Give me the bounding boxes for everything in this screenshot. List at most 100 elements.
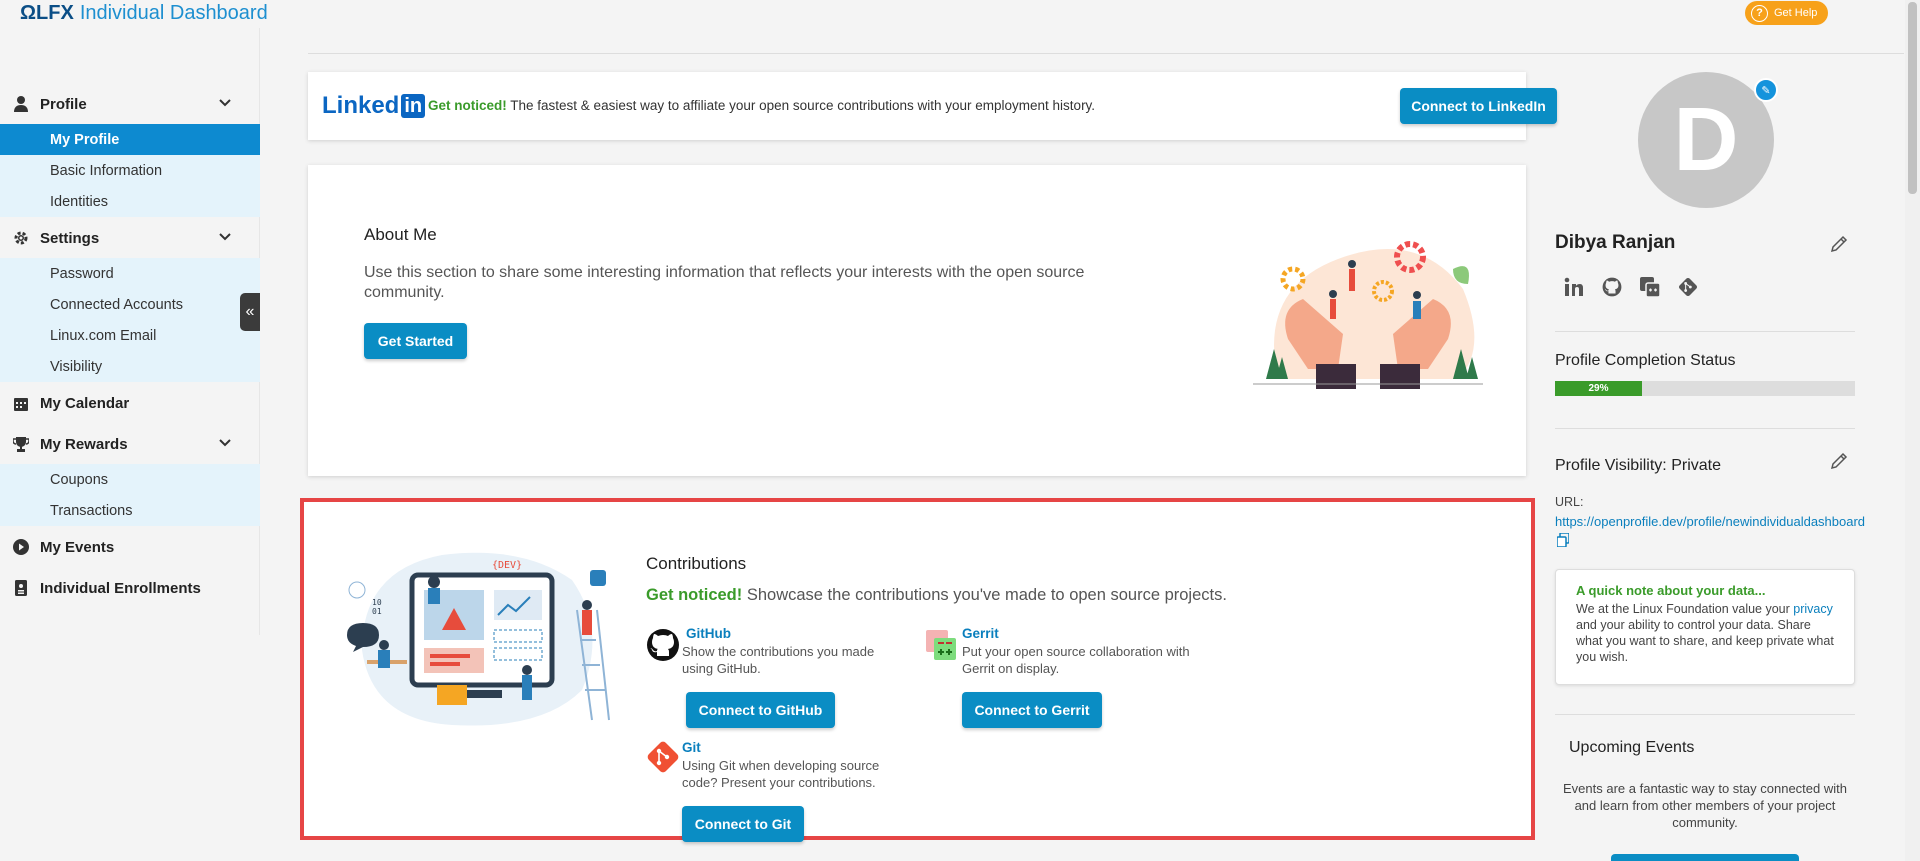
linkedin-text: The fastest & easiest way to affiliate y… (506, 98, 1096, 113)
contributions-illustration: {DEV} 10 01 (347, 552, 610, 726)
sidebar-collapse-button[interactable]: « (240, 293, 260, 331)
logo-mark: ΩLFX (20, 2, 74, 24)
contributions-description: Get noticed! Showcase the contributions … (646, 586, 1227, 605)
data-note-box: A quick note about your data... We at th… (1555, 569, 1855, 685)
top-bar: ΩLFX Individual Dashboard ? Get Help (0, 0, 1920, 28)
sidebar-section-my-events[interactable]: My Events (0, 527, 260, 567)
contributions-highlight: Get noticed! (646, 586, 743, 604)
divider (1555, 428, 1855, 429)
sidebar-item-basic-information[interactable]: Basic Information (0, 155, 260, 186)
connect-linkedin-button[interactable]: Connect to LinkedIn (1400, 88, 1557, 124)
sidebar-item-coupons[interactable]: Coupons (0, 464, 260, 495)
sidebar-section-profile[interactable]: Profile (0, 84, 260, 124)
sidebar-item-label: Basic Information (50, 162, 163, 179)
chevron-down-icon[interactable] (218, 230, 232, 244)
question-icon: ? (1751, 4, 1768, 22)
page-scrollbar[interactable] (1905, 0, 1920, 861)
note-title: A quick note about your data... (1576, 583, 1766, 598)
profile-url-link[interactable]: https://openprofile.dev/profile/newindiv… (1555, 514, 1865, 529)
sidebar-item-identities[interactable]: Identities (0, 186, 260, 217)
upcoming-events-description: Events are a fantastic way to stay conne… (1563, 781, 1847, 830)
github-title[interactable]: GitHub (686, 626, 731, 641)
sidebar-item-label: Connected Accounts (50, 296, 184, 313)
sidebar-section-label: My Calendar (40, 394, 130, 412)
linkedin-icon[interactable] (1563, 276, 1585, 298)
privacy-link[interactable]: privacy (1793, 602, 1833, 616)
visibility-title: Profile Visibility: Private (1555, 457, 1721, 474)
sidebar-section-label: Profile (40, 95, 87, 113)
scrollbar-thumb[interactable] (1908, 2, 1917, 194)
sidebar-item-linux-email[interactable]: Linux.com Email (0, 320, 260, 351)
svg-text:10: 10 (372, 598, 382, 607)
sidebar-item-label: Transactions (50, 502, 133, 519)
social-icons (1563, 276, 1699, 298)
gerrit-description: Put your open source collaboration with … (962, 644, 1190, 676)
sidebar-item-password[interactable]: Password (0, 258, 260, 289)
gerrit-icon[interactable] (1639, 276, 1661, 298)
sidebar-section-label: Settings (40, 229, 100, 247)
sidebar-section-my-rewards[interactable]: My Rewards (0, 424, 260, 464)
sidebar-item-label: Password (50, 265, 114, 282)
sidebar-item-label: Coupons (50, 471, 109, 488)
upcoming-events-button[interactable] (1611, 854, 1799, 861)
connect-git-button[interactable]: Connect to Git (682, 806, 804, 842)
about-title: About Me (364, 225, 437, 244)
sidebar: Profile My Profile Basic Information Ide… (0, 28, 260, 635)
sidebar-section-settings[interactable]: Settings (0, 218, 260, 258)
note-text-before: We at the Linux Foundation value your (1576, 602, 1794, 616)
contributions-title: Contributions (646, 554, 747, 573)
profile-name: Dibya Ranjan (1555, 232, 1676, 253)
sidebar-section-label: My Rewards (40, 435, 128, 453)
github-icon[interactable] (1601, 276, 1623, 298)
copy-icon[interactable] (1557, 533, 1569, 547)
chevron-down-icon[interactable] (218, 96, 232, 110)
get-help-button[interactable]: ? Get Help (1745, 1, 1828, 25)
connect-github-button[interactable]: Connect to GitHub (686, 692, 835, 728)
github-description: Show the contributions you made using Gi… (682, 644, 875, 676)
sidebar-section-label: My Events (40, 538, 115, 556)
git-icon[interactable] (1677, 276, 1699, 298)
linkedin-logo-text: Linked (322, 92, 400, 119)
app-title: Individual Dashboard (79, 2, 268, 24)
sidebar-item-connected-accounts[interactable]: Connected Accounts (0, 289, 260, 320)
divider (1555, 331, 1855, 332)
sidebar-item-visibility[interactable]: Visibility (0, 351, 260, 382)
calendar-icon (12, 394, 30, 412)
sidebar-item-label: Identities (50, 193, 109, 210)
gerrit-title[interactable]: Gerrit (962, 626, 999, 641)
connect-gerrit-button[interactable]: Connect to Gerrit (962, 692, 1102, 728)
svg-text:01: 01 (372, 607, 382, 616)
linkedin-highlight: Get noticed! (428, 98, 507, 113)
sidebar-item-my-profile[interactable]: My Profile (0, 124, 260, 155)
sidebar-section-label: Individual Enrollments (40, 579, 201, 597)
linkedin-card: Linked in Get noticed! The fastest & easi… (308, 72, 1557, 140)
gerrit-icon (926, 630, 956, 660)
get-started-button[interactable]: Get Started (364, 323, 467, 359)
badge-icon (12, 579, 30, 597)
contributions-card: {DEV} 10 01 Contributions Get noticed! S… (300, 498, 1535, 842)
about-description: Use this section to share some interesti… (364, 264, 1085, 301)
completion-progress-bar: 29% (1555, 381, 1855, 396)
chevron-down-icon[interactable] (218, 436, 232, 450)
lfx-logo[interactable]: ΩLFX Individual Dashboard (20, 2, 268, 25)
note-text-after: and your ability to control your data. S… (1576, 618, 1834, 664)
get-help-label: Get Help (1774, 7, 1818, 19)
trophy-icon (12, 435, 30, 453)
completion-progress-fill: 29% (1555, 381, 1642, 396)
git-title[interactable]: Git (682, 740, 701, 755)
divider (1555, 714, 1855, 715)
note-text: We at the Linux Foundation value your pr… (1576, 601, 1834, 665)
sidebar-section-individual-enrollments[interactable]: Individual Enrollments (0, 568, 260, 608)
user-icon (12, 95, 30, 113)
git-description: Using Git when developing source code? P… (682, 758, 880, 790)
edit-visibility-icon[interactable] (1829, 451, 1849, 471)
sidebar-item-transactions[interactable]: Transactions (0, 495, 260, 526)
sidebar-section-my-calendar[interactable]: My Calendar (0, 383, 260, 423)
linkedin-logo: Linked in (322, 92, 426, 120)
about-me-card: About Me Use this section to share some … (308, 165, 1526, 476)
avatar-edit-icon[interactable]: ✎ (1754, 78, 1778, 102)
gear-icon (12, 229, 30, 247)
play-circle-icon (12, 538, 30, 556)
url-label: URL: (1555, 495, 1584, 509)
edit-name-icon[interactable] (1829, 234, 1849, 254)
